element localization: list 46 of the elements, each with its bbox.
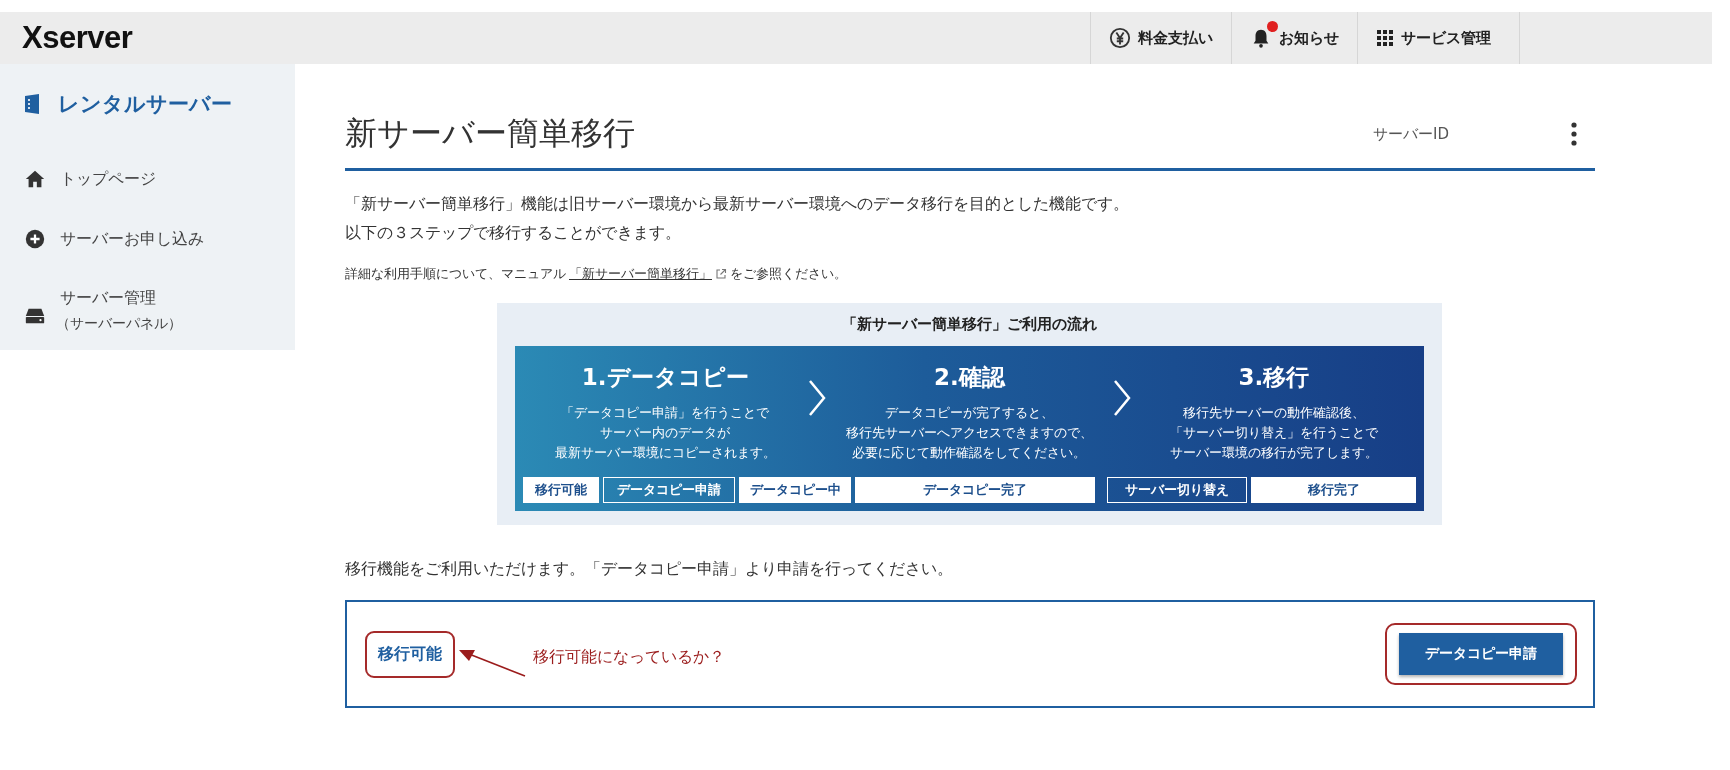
status-chip: サーバー切り替え (1107, 477, 1247, 503)
annotation-text: 移行可能になっているか？ (533, 646, 725, 668)
availability-message: 移行機能をご利用いただけます。「データコピー申請」より申請を行ってください。 (345, 559, 954, 580)
sidebar-item[interactable]: サーバーお申し込み (24, 228, 204, 250)
header-nav-link[interactable]: お知らせ (1231, 12, 1357, 64)
manual-note-text: をご参照ください。 (730, 265, 847, 283)
status-chip: データコピー中 (739, 477, 851, 503)
step-heading: 1.データコピー (580, 363, 750, 392)
intro-text: 「新サーバー簡単移行」機能は旧サーバー環境から最新サーバー環境へのデータ移行を目的とした機能です。 (345, 193, 1130, 215)
step-description: 移行先サーバーの動作確認後、 (1181, 404, 1366, 422)
status-chip: データコピー完了 (855, 477, 1095, 503)
step-description: サーバー内のデータが (599, 424, 732, 442)
server-id-label: サーバーID (1373, 124, 1449, 144)
sidebar-item[interactable]: トップページ (24, 168, 156, 190)
data-copy-request-button[interactable]: データコピー申請 (1399, 633, 1563, 675)
step-description: サーバー環境の移行が完了します。 (1168, 444, 1379, 462)
step-heading: 2.確認 (933, 363, 1007, 392)
manual-note-text: 詳細な利用手順について、マニュアル (345, 265, 566, 283)
flow-title: 「新サーバー簡単移行」ご利用の流れ (841, 315, 1098, 334)
more-menu-button[interactable] (1569, 120, 1579, 148)
step-description: 「データコピー申請」を行うことで (560, 404, 771, 422)
page-title: 新サーバー簡単移行 (345, 113, 635, 154)
yen-icon (1109, 27, 1131, 49)
step-heading: 3.移行 (1237, 363, 1311, 392)
sidebar-title: レンタルサーバー (58, 91, 232, 118)
plus-circle-icon (24, 228, 46, 250)
header-nav-link[interactable]: サービス管理 (1357, 12, 1520, 64)
building-icon (24, 93, 40, 115)
step-description: データコピーが完了すると、 (884, 404, 1055, 422)
step-description: 必要に応じて動作確認をしてください。 (851, 444, 1088, 462)
step-description: 「サーバー切り替え」を行うことで (1168, 424, 1379, 442)
grid-icon (1376, 29, 1394, 47)
home-icon (24, 168, 46, 190)
manual-link[interactable]: 「新サーバー簡単移行」 (569, 265, 712, 283)
status-chip: データコピー申請 (603, 477, 735, 503)
status-chip: 移行可能 (523, 477, 599, 503)
step-description: 移行先サーバーへアクセスできますので、 (845, 424, 1094, 442)
header-nav-link[interactable]: 料金支払い (1090, 12, 1231, 64)
intro-text: 以下の３ステップで移行することができます。 (345, 222, 682, 244)
logo[interactable]: Xserver (22, 20, 133, 56)
external-link-icon (715, 268, 727, 280)
status-chip: 移行完了 (1251, 477, 1416, 503)
annotation-arrow (457, 648, 527, 678)
step-description: 最新サーバー環境にコピーされます。 (553, 444, 777, 462)
status-label: 移行可能 (365, 630, 455, 678)
sidebar-item[interactable]: サーバー管理 （サーバーパネル） (24, 288, 182, 333)
